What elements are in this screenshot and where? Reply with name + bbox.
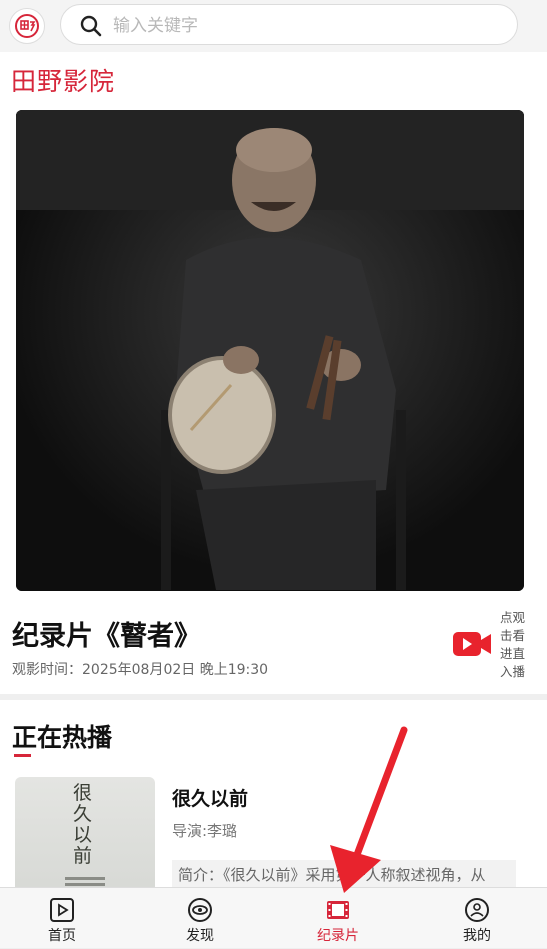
hero-photo <box>16 110 524 591</box>
nav-item-home[interactable]: 首页 <box>0 888 130 949</box>
bottom-nav: 首页 发现 纪录片 我的 <box>0 887 547 948</box>
film-icon <box>327 901 349 919</box>
search-box[interactable] <box>60 4 518 45</box>
featured-hero-image[interactable] <box>16 110 524 591</box>
brand-title: 田野影院 <box>11 67 116 96</box>
section-underline <box>14 754 31 757</box>
poster-title-text: 很久以前 <box>73 782 93 867</box>
poster-credits-2 <box>65 883 105 886</box>
top-bar <box>0 0 547 52</box>
play-square-icon <box>50 898 74 922</box>
featured-title[interactable]: 纪录片《瞽者》 <box>12 614 201 653</box>
search-input[interactable] <box>111 11 505 41</box>
logo-icon <box>15 14 39 38</box>
section-title-now-playing: 正在热播 <box>12 723 113 752</box>
film-director: 导演:李璐 <box>172 822 238 840</box>
poster-credits <box>65 877 105 880</box>
nav-item-profile[interactable]: 我的 <box>409 888 545 949</box>
nav-label-documentary: 纪录片 <box>317 928 359 944</box>
user-circle-icon <box>465 898 489 922</box>
nav-label-profile: 我的 <box>463 928 491 944</box>
screening-time: 观影时间：2025年08月02日 晚上19:30 <box>12 662 269 678</box>
search-icon <box>80 15 102 37</box>
video-camera-icon <box>453 632 491 656</box>
app-logo[interactable] <box>9 8 45 44</box>
film-intro: 简介：《很久以前》采用第一人称叙述视角，从 <box>172 860 516 890</box>
watch-live-label: 点观击看进直入播 <box>500 610 526 679</box>
film-poster[interactable]: 很久以前 <box>15 777 155 902</box>
nav-label-discover: 发现 <box>186 928 214 944</box>
nav-item-documentary[interactable]: 纪录片 <box>270 888 406 949</box>
eye-circle-icon <box>188 898 212 922</box>
film-title[interactable]: 很久以前 <box>172 784 248 811</box>
nav-label-home: 首页 <box>48 928 76 944</box>
nav-item-discover[interactable]: 发现 <box>132 888 268 949</box>
watch-live-button[interactable]: 点观击看进直入播 <box>452 609 532 681</box>
